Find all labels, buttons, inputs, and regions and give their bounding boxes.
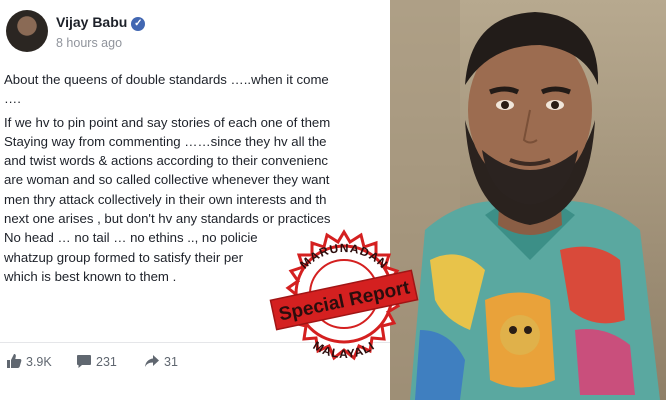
share-count: 31	[164, 355, 178, 369]
like-icon	[7, 354, 22, 368]
share-icon	[145, 355, 159, 367]
post-line: About the queens of double standards …..…	[4, 72, 329, 87]
post-line: men thry attack collectively in their ow…	[4, 191, 327, 207]
verified-badge-icon: ✓	[131, 17, 146, 31]
like-count-button[interactable]: 3.9K	[6, 353, 52, 369]
post-line: next one arises , but don't hv any stand…	[4, 211, 331, 227]
post-line: ….	[4, 91, 21, 107]
post-line: Staying way from commenting ……since they…	[4, 133, 327, 149]
comment-count-button[interactable]: 231	[76, 353, 117, 369]
post-line: and twist words & actions according to t…	[4, 153, 328, 169]
author-name[interactable]: Vijay Babu ✓	[56, 14, 146, 31]
post-line: If we hv to pin point and say stories of…	[4, 114, 331, 130]
share-count-button[interactable]: 31	[144, 353, 178, 369]
portrait-photo	[390, 0, 666, 400]
portrait-illustration	[390, 0, 666, 400]
author-label[interactable]: Vijay Babu	[56, 14, 127, 30]
post-line: are woman and so called collective whene…	[4, 172, 330, 188]
comment-icon	[77, 355, 91, 368]
special-report-stamp: MARUNADAN Special Report MALAYALI	[269, 229, 419, 361]
avatar[interactable]	[6, 10, 48, 52]
like-count: 3.9K	[26, 355, 52, 369]
post-timestamp[interactable]: 8 hours ago	[56, 36, 122, 50]
comment-count: 231	[96, 355, 117, 369]
